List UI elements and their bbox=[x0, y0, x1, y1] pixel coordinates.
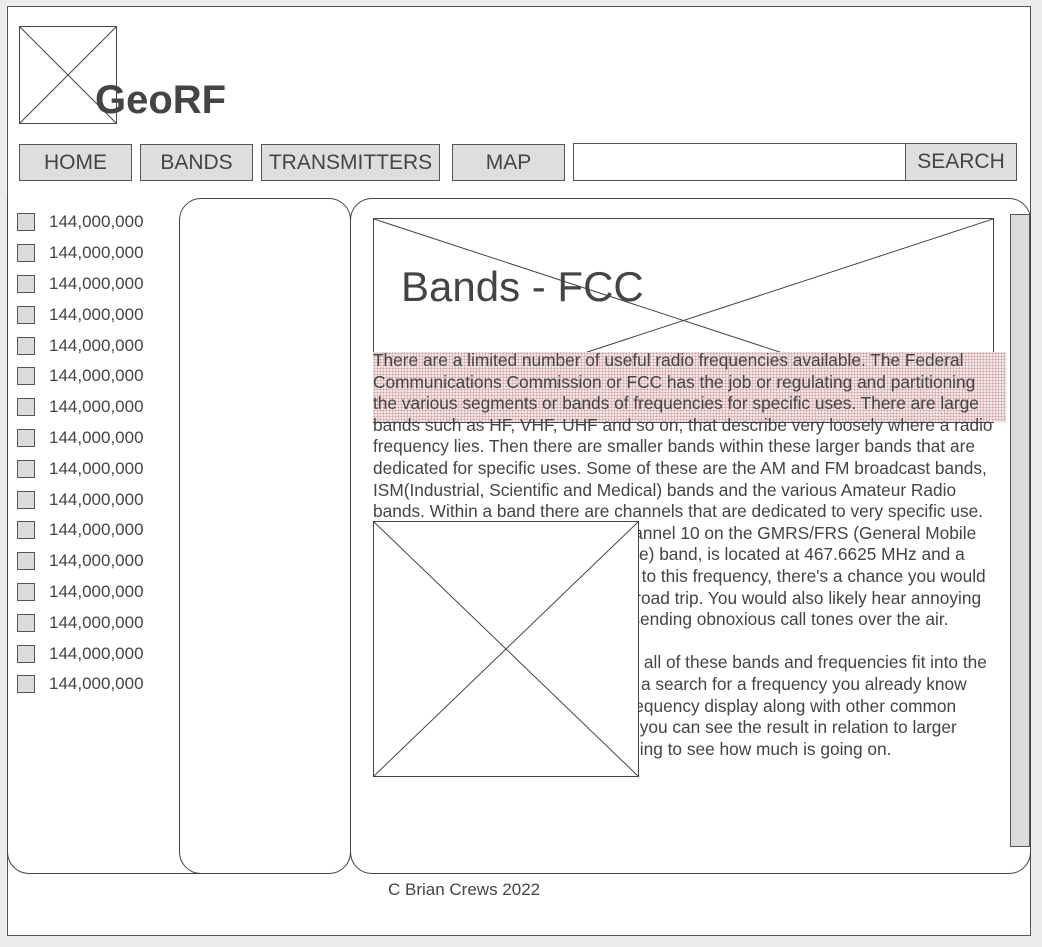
frequency-list-item[interactable]: 144,000,000 bbox=[17, 269, 144, 300]
frequency-label: 144,000,000 bbox=[49, 366, 144, 386]
frequency-list-item[interactable]: 144,000,000 bbox=[17, 577, 144, 608]
frequency-label: 144,000,000 bbox=[49, 551, 144, 571]
frequency-checkbox[interactable] bbox=[17, 613, 35, 632]
frequency-list-item[interactable]: 144,000,000 bbox=[17, 423, 144, 454]
frequency-label: 144,000,000 bbox=[49, 458, 144, 478]
frequency-checkbox[interactable] bbox=[17, 428, 35, 447]
frequency-list-item[interactable]: 144,000,000 bbox=[17, 669, 144, 700]
frequency-checkbox[interactable] bbox=[17, 459, 35, 478]
frequency-list-item[interactable]: 144,000,000 bbox=[17, 299, 144, 330]
frequency-display-panel[interactable] bbox=[179, 198, 351, 874]
nav-home-button[interactable]: HOME bbox=[19, 144, 132, 181]
frequency-checkbox[interactable] bbox=[17, 305, 35, 324]
frequency-checkbox[interactable] bbox=[17, 336, 35, 355]
nav-map-button[interactable]: MAP bbox=[452, 144, 565, 181]
frequency-list-item[interactable]: 144,000,000 bbox=[17, 238, 144, 269]
frequency-checkbox[interactable] bbox=[17, 644, 35, 663]
frequency-list-item[interactable]: 144,000,000 bbox=[17, 546, 144, 577]
footer-copyright: C Brian Crews 2022 bbox=[388, 880, 541, 899]
frequency-label: 144,000,000 bbox=[49, 335, 144, 355]
content-scrollbar[interactable] bbox=[1010, 214, 1030, 847]
nav-transmitters-button[interactable]: TRANSMITTERS bbox=[261, 144, 440, 181]
nav-bands-button[interactable]: BANDS bbox=[140, 144, 253, 181]
image-placeholder-icon bbox=[374, 522, 638, 776]
frequency-checkbox[interactable] bbox=[17, 521, 35, 540]
frequency-checkbox[interactable] bbox=[17, 552, 35, 571]
frequency-label: 144,000,000 bbox=[49, 520, 144, 540]
frequency-label: 144,000,000 bbox=[49, 304, 144, 324]
frequency-checkbox[interactable] bbox=[17, 398, 35, 417]
frequency-label: 144,000,000 bbox=[49, 674, 144, 694]
frequency-list-item[interactable]: 144,000,000 bbox=[17, 453, 144, 484]
frequency-checkbox[interactable] bbox=[17, 367, 35, 386]
frequency-list-item[interactable]: 144,000,000 bbox=[17, 330, 144, 361]
frequency-list-item[interactable]: 144,000,000 bbox=[17, 207, 144, 238]
frequency-list-item[interactable]: 144,000,000 bbox=[17, 484, 144, 515]
frequency-list-item[interactable]: 144,000,000 bbox=[17, 515, 144, 546]
frequency-list-item[interactable]: 144,000,000 bbox=[17, 638, 144, 669]
frequency-list-item[interactable]: 144,000,000 bbox=[17, 392, 144, 423]
search-button[interactable]: SEARCH bbox=[905, 143, 1017, 181]
frequency-label: 144,000,000 bbox=[49, 243, 144, 263]
frequency-label: 144,000,000 bbox=[49, 397, 144, 417]
app-title: GeoRF bbox=[95, 78, 227, 122]
frequency-list: 144,000,000 144,000,000 144,000,000 144,000… bbox=[17, 207, 144, 700]
frequency-label: 144,000,000 bbox=[49, 643, 144, 663]
frequency-checkbox[interactable] bbox=[17, 675, 35, 694]
frequency-checkbox[interactable] bbox=[17, 244, 35, 263]
search-input[interactable] bbox=[573, 143, 907, 181]
frequency-list-item[interactable]: 144,000,000 bbox=[17, 361, 144, 392]
frequency-label: 144,000,000 bbox=[49, 489, 144, 509]
frequency-label: 144,000,000 bbox=[49, 427, 144, 447]
page-title: Bands - FCC bbox=[401, 263, 644, 310]
frequency-checkbox[interactable] bbox=[17, 582, 35, 601]
frequency-checkbox[interactable] bbox=[17, 490, 35, 509]
frequency-label: 144,000,000 bbox=[49, 273, 144, 293]
frequency-list-item[interactable]: 144,000,000 bbox=[17, 607, 144, 638]
article-image bbox=[373, 521, 639, 777]
frequency-label: 144,000,000 bbox=[49, 612, 144, 632]
frequency-checkbox[interactable] bbox=[17, 213, 35, 232]
frequency-label: 144,000,000 bbox=[49, 212, 144, 232]
frequency-label: 144,000,000 bbox=[49, 581, 144, 601]
frequency-checkbox[interactable] bbox=[17, 274, 35, 293]
